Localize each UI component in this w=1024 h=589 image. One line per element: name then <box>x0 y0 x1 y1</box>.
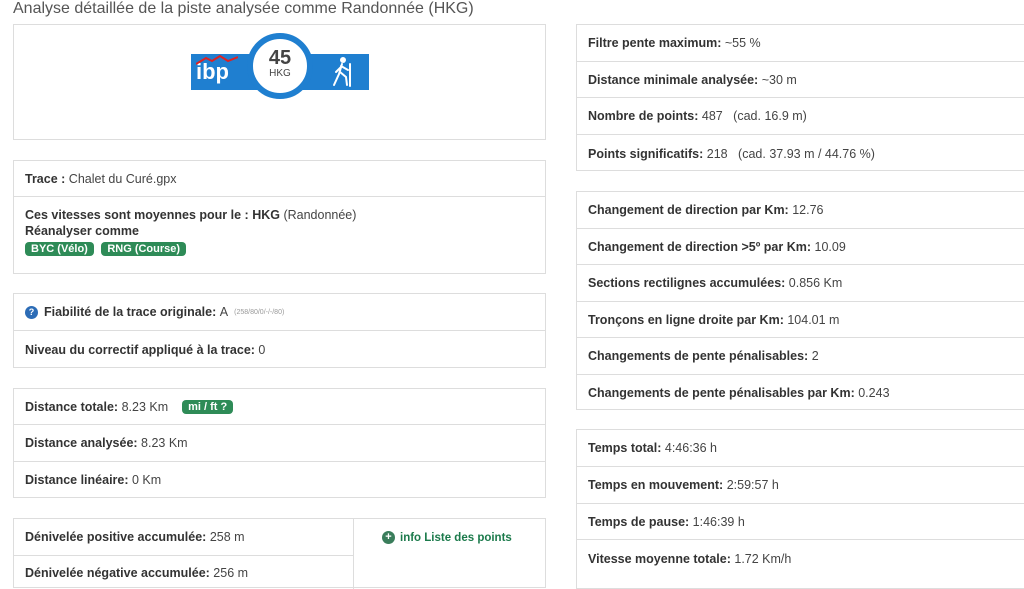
stat-row: Changements de pente pénalisables par Km… <box>577 375 1024 411</box>
stat-row: Sections rectilignes accumulées: 0.856 K… <box>577 265 1024 302</box>
reanalyse-rng-button[interactable]: RNG (Course) <box>101 242 187 256</box>
trace-label: Trace : <box>25 171 66 186</box>
stat-label: Tronçons en ligne droite par Km: <box>588 312 784 327</box>
elev-neg-value: 256 m <box>213 565 249 580</box>
stat-label: Points significatifs: <box>588 146 704 161</box>
stat-row: Temps en mouvement: 2:59:57 h <box>577 467 1024 504</box>
plus-icon: + <box>382 531 395 544</box>
stat-label: Changement de direction par Km: <box>588 203 789 217</box>
stat-value: 487 (cad. 16.9 m) <box>701 109 807 123</box>
distance-total-label: Distance totale: <box>25 399 119 414</box>
stat-row: Changement de direction par Km: 12.76 <box>577 192 1024 229</box>
speeds-label: Ces vitesses sont moyennes pour le : <box>25 208 249 222</box>
points-list-label: info Liste des points <box>400 531 512 544</box>
elevation-panel: Dénivelée positive accumulée: 258 m Déni… <box>13 518 546 589</box>
stat-label: Temps en mouvement: <box>588 478 724 492</box>
trace-row: Trace : Chalet du Curé.gpx <box>14 161 545 197</box>
stat-label: Changements de pente pénalisables par Km… <box>588 386 855 400</box>
filter-panel: Filtre pente maximum: ~55 % Distance min… <box>576 24 1024 171</box>
elev-pos-label: Dénivelée positive accumulée: <box>25 530 207 544</box>
stat-row: Nombre de points: 487 (cad. 16.9 m) <box>577 98 1024 135</box>
trace-value: Chalet du Curé.gpx <box>68 171 177 186</box>
distance-panel: Distance totale: 8.23 Km mi / ft ? Dista… <box>13 388 546 498</box>
reliability-row: ? Fiabilité de la trace originale: A (25… <box>14 294 545 331</box>
stat-label: Nombre de points: <box>588 109 699 123</box>
stat-label: Sections rectilignes accumulées: <box>588 276 786 290</box>
stat-value: 10.09 <box>814 239 846 254</box>
stat-row: Vitesse moyenne totale: 1.72 Km/h <box>577 540 1024 577</box>
reanalyse-label: Réanalyser comme <box>25 224 139 238</box>
ibp-code: HKG <box>269 68 291 79</box>
stat-row: Points significatifs: 218 (cad. 37.93 m … <box>577 135 1024 172</box>
stat-value: 2:59:57 h <box>726 478 779 492</box>
distance-linear-row: Distance linéaire: 0 Km <box>14 462 545 498</box>
reliability-detail: (258/80/0/-/-/80) <box>234 308 285 316</box>
hiker-icon <box>333 57 351 87</box>
stat-value: 4:46:36 h <box>664 441 718 455</box>
distance-analysed-row: Distance analysée: 8.23 Km <box>14 425 545 462</box>
ibp-badge: ibp 45 HKG <box>191 33 369 110</box>
trace-panel: Trace : Chalet du Curé.gpx Ces vitesses … <box>13 160 546 274</box>
stat-label: Temps total: <box>588 441 662 455</box>
reliability-panel: ? Fiabilité de la trace originale: A (25… <box>13 293 546 368</box>
stat-label: Filtre pente maximum: <box>588 36 722 50</box>
distance-analysed-label: Distance analysée: <box>25 436 138 450</box>
direction-panel: Changement de direction par Km: 12.76 Ch… <box>576 191 1024 410</box>
stat-row: Temps total: 4:46:36 h <box>577 430 1024 467</box>
correction-value: 0 <box>258 342 266 357</box>
distance-total-value: 8.23 Km <box>121 399 169 414</box>
stat-row: Changements de pente pénalisables: 2 <box>577 338 1024 375</box>
stat-value: ~55 % <box>724 36 761 50</box>
ibp-score: 45 <box>268 47 292 69</box>
time-panel: Temps total: 4:46:36 h Temps en mouvemen… <box>576 429 1024 589</box>
stat-label: Temps de pause: <box>588 514 690 529</box>
score-circle: 45 HKG <box>247 33 313 99</box>
distance-linear-label: Distance linéaire: <box>25 473 129 487</box>
reliability-label: Fiabilité de la trace originale: <box>44 305 217 319</box>
units-button[interactable]: mi / ft ? <box>182 399 234 414</box>
elev-neg-row: Dénivelée négative accumulée: 256 m <box>14 556 353 589</box>
points-list-link[interactable]: + info Liste des points <box>382 531 512 544</box>
stat-value: 2 <box>811 349 819 363</box>
stat-label: Changements de pente pénalisables: <box>588 349 809 363</box>
stat-value: 1.72 Km/h <box>734 551 792 566</box>
stat-value: 218 (cad. 37.93 m / 44.76 %) <box>706 146 875 161</box>
stat-row: Filtre pente maximum: ~55 % <box>577 25 1024 62</box>
stat-row: Distance minimale analysée: ~30 m <box>577 62 1024 98</box>
elev-pos-row: Dénivelée positive accumulée: 258 m <box>14 519 353 556</box>
speeds-activity: (Randonnée) <box>283 208 357 222</box>
help-icon[interactable]: ? <box>25 305 38 319</box>
page-title: Analyse détaillée de la piste analysée c… <box>13 0 474 17</box>
reanalyse-byc-button[interactable]: BYC (Vélo) <box>25 242 94 256</box>
elev-pos-value: 258 m <box>209 530 245 544</box>
speeds-row: Ces vitesses sont moyennes pour le : HKG… <box>14 197 545 273</box>
stat-row: Changement de direction >5º par Km: 10.0… <box>577 229 1024 265</box>
stat-value: ~30 m <box>761 72 797 87</box>
stat-value: 104.01 m <box>787 312 840 327</box>
stat-label: Changement de direction >5º par Km: <box>588 239 812 254</box>
ibp-logo-mountain-icon <box>196 55 238 65</box>
distance-total-row: Distance totale: 8.23 Km mi / ft ? <box>14 389 545 425</box>
stat-label: Vitesse moyenne totale: <box>588 551 731 566</box>
elev-neg-label: Dénivelée négative accumulée: <box>25 565 210 580</box>
speeds-code: HKG <box>252 208 280 222</box>
stat-row: Temps de pause: 1:46:39 h <box>577 504 1024 540</box>
stat-label: Distance minimale analysée: <box>588 72 759 87</box>
reliability-value: A <box>219 305 229 319</box>
distance-analysed-value: 8.23 Km <box>141 436 188 450</box>
stat-value: 0.243 <box>858 386 890 400</box>
correction-label: Niveau du correctif appliqué à la trace: <box>25 342 255 357</box>
badge-panel: ibp 45 HKG <box>13 24 546 140</box>
stat-row: Tronçons en ligne droite par Km: 104.01 … <box>577 302 1024 338</box>
correction-row: Niveau du correctif appliqué à la trace:… <box>14 331 545 368</box>
distance-linear-value: 0 Km <box>132 473 162 487</box>
stat-value: 1:46:39 h <box>692 514 745 529</box>
stat-value: 12.76 <box>792 203 824 217</box>
stat-value: 0.856 Km <box>788 276 843 290</box>
